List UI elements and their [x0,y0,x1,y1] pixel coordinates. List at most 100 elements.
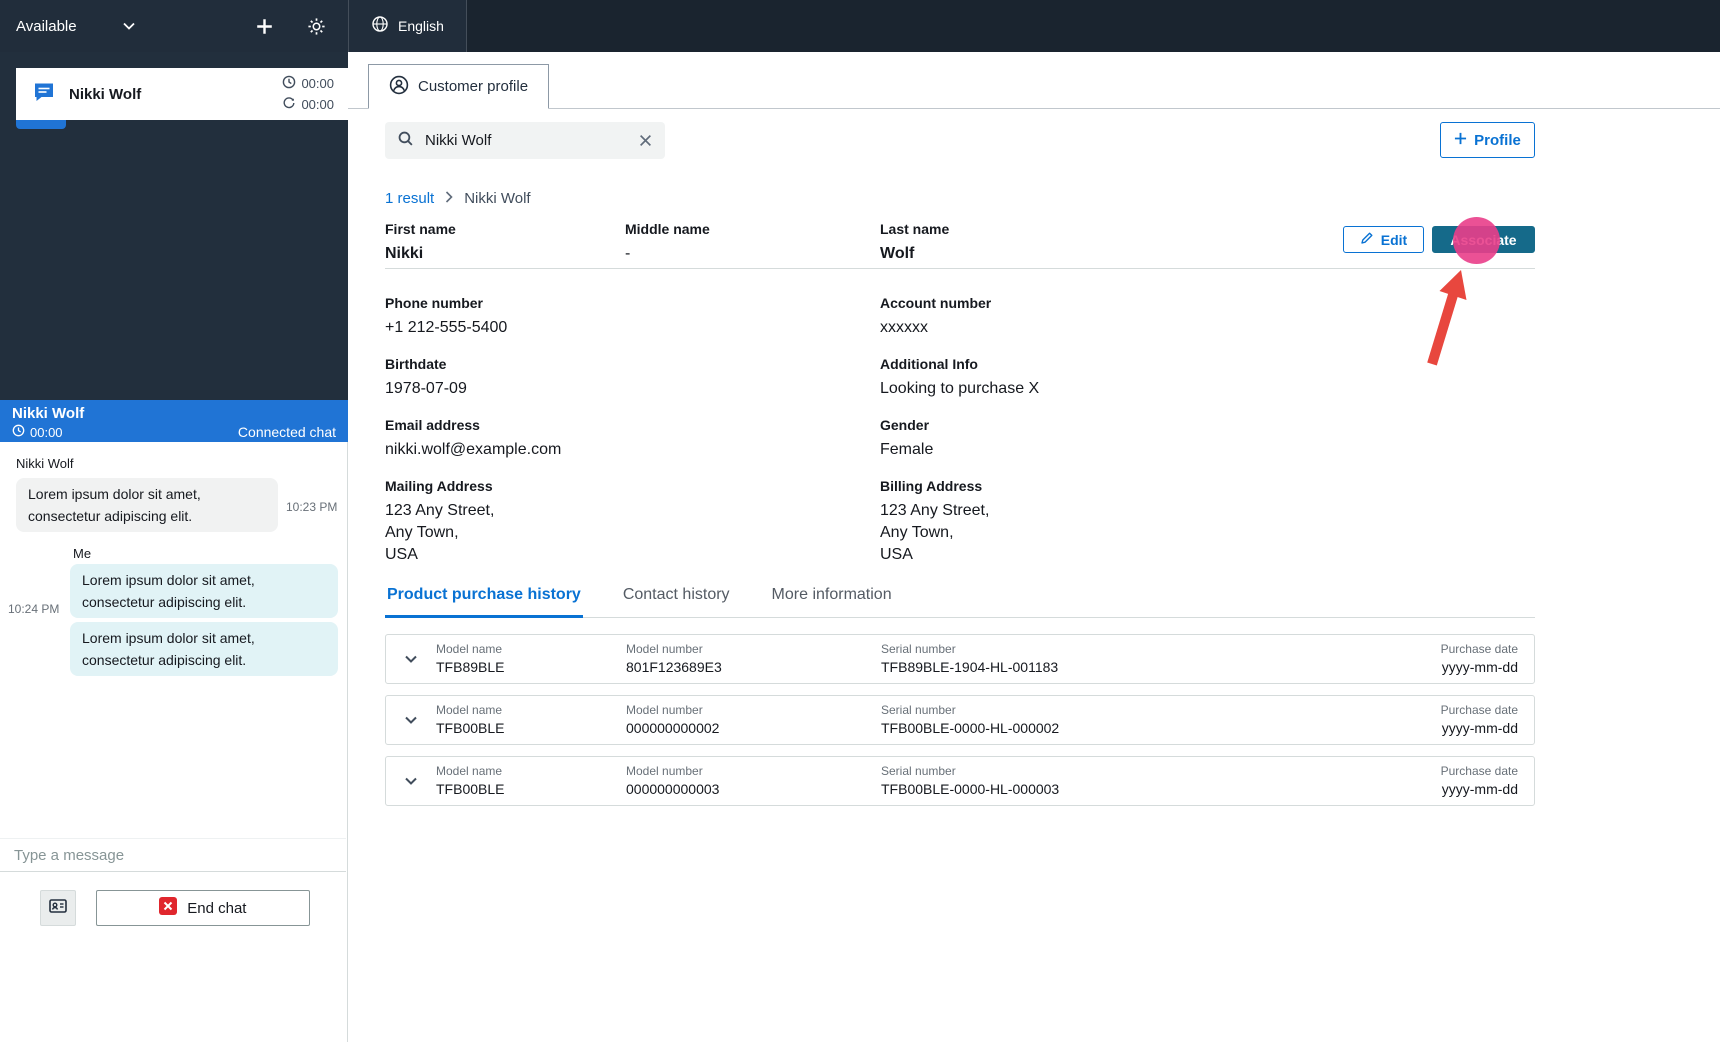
message-composer [0,838,346,872]
end-chat-button[interactable]: End chat [95,890,310,926]
billing-address-line: Any Town, [880,524,954,541]
end-chat-x-icon [159,897,178,919]
model-name-label: Model name [436,703,503,717]
agent-status-dropdown[interactable]: Available [16,18,135,35]
message-input[interactable] [12,845,334,865]
session-timer-value: 00:00 [30,424,63,440]
language-label: English [398,18,444,34]
clock-icon [12,424,25,440]
outgoing-message-bubble: Lorem ipsum dolor sit amet, consectetur … [70,564,338,618]
purchase-row[interactable]: Model name TFB89BLE Model number 801F123… [385,634,1535,684]
last-name-value: Wolf [880,245,915,262]
breadcrumb: 1 result Nikki Wolf [385,190,531,207]
breadcrumb-current: Nikki Wolf [464,190,531,207]
clock-icon [282,75,296,92]
tab-product-purchase-history[interactable]: Product purchase history [385,580,583,618]
middle-name-value: - [625,245,631,262]
customer-profile-app: Customer profile Profile 1 result Nikki … [348,52,1720,1042]
chat-conversation-panel: Nikki Wolf Lorem ipsum dolor sit amet, c… [0,442,348,1042]
expand-chevron-icon[interactable] [400,709,422,731]
elapsed-timer-icon [282,96,296,113]
serial-number-label: Serial number [881,764,956,778]
breadcrumb-results-link[interactable]: 1 result [385,190,434,207]
model-number-value: 000000000002 [626,720,720,736]
account-number-label: Account number [880,295,992,311]
clear-search-icon[interactable] [635,130,655,152]
purchase-date-label: Purchase date [1440,703,1518,717]
agent-status-section: Available [0,0,348,52]
model-name-label: Model name [436,642,503,656]
active-contact-indicator [16,120,66,129]
message-sender-name: Nikki Wolf [16,456,74,471]
edit-label: Edit [1380,231,1408,248]
customer-profile-card-button[interactable] [40,890,76,926]
expand-chevron-icon[interactable] [400,648,422,670]
new-task-button[interactable] [250,12,278,40]
total-timer-value: 00:00 [301,76,334,91]
model-name-value: TFB89BLE [436,659,505,675]
chat-bubble-icon [32,80,56,109]
purchase-row[interactable]: Model name TFB00BLE Model number 0000000… [385,756,1535,806]
contact-name: Nikki Wolf [69,85,142,103]
settings-gear-icon[interactable] [302,12,330,40]
topbar-spacer [466,0,1720,52]
language-selector[interactable]: English [348,0,467,52]
purchase-date-value: yyyy-mm-dd [1441,720,1518,736]
outgoing-message-bubble: Lorem ipsum dolor sit amet, consectetur … [70,622,338,676]
customer-search [385,122,665,159]
birthdate-value: 1978-07-09 [385,380,467,397]
middle-name-label: Middle name [625,221,710,237]
phone-number-label: Phone number [385,295,484,311]
model-name-value: TFB00BLE [436,720,505,736]
add-profile-button[interactable]: Profile [1440,122,1535,158]
app-tabstrip: Customer profile [348,64,1720,109]
tab-customer-profile-label: Customer profile [418,78,529,95]
search-icon [397,130,414,152]
chat-actions-bar: End chat [0,872,346,944]
session-status-badge: Connected chat [237,424,336,440]
search-input[interactable] [423,131,626,150]
billing-address-label: Billing Address [880,478,983,494]
purchase-date-label: Purchase date [1440,764,1518,778]
plus-icon [1454,132,1467,149]
additional-info-label: Additional Info [880,356,978,372]
pencil-icon [1360,231,1374,248]
session-contact-name: Nikki Wolf [12,405,85,422]
edit-button[interactable]: Edit [1343,226,1424,253]
contact-timers: 00:00 00:00 [282,75,334,113]
associate-label: Associate [1450,231,1517,248]
associate-button[interactable]: Associate [1432,226,1535,253]
model-number-value: 000000000003 [626,781,720,797]
chat-session-header: Nikki Wolf 00:00 Connected chat [0,400,348,442]
first-name-label: First name [385,221,456,237]
purchase-date-value: yyyy-mm-dd [1441,659,1518,675]
details-column-right: Account number xxxxxx Additional Info Lo… [880,294,1350,582]
model-name-label: Model name [436,764,503,778]
first-name-value: Nikki [385,245,424,262]
purchase-date-value: yyyy-mm-dd [1441,781,1518,797]
serial-number-value: TFB00BLE-0000-HL-000002 [881,720,1060,736]
tab-more-information[interactable]: More information [770,580,894,617]
billing-address-line: USA [880,546,913,563]
model-number-label: Model number [626,642,703,656]
identity-fields: First name Nikki Middle name - Last name… [385,220,1180,265]
details-column-left: Phone number +1 212-555-5400 Birthdate 1… [385,294,855,582]
purchase-row[interactable]: Model name TFB00BLE Model number 0000000… [385,695,1535,745]
birthdate-label: Birthdate [385,356,447,372]
model-name-value: TFB00BLE [436,781,505,797]
chevron-down-icon [122,22,135,30]
additional-info-value: Looking to purchase X [880,380,1040,397]
email-value: nikki.wolf@example.com [385,441,562,458]
mailing-address-line: Any Town, [385,524,459,541]
serial-number-label: Serial number [881,642,956,656]
top-navigation-bar: Available English [0,0,1720,52]
tab-contact-history[interactable]: Contact history [621,580,732,617]
tab-customer-profile[interactable]: Customer profile [368,64,550,109]
expand-chevron-icon[interactable] [400,770,422,792]
outgoing-message-time: 10:24 PM [8,602,60,616]
me-sender-label: Me [73,546,92,561]
incoming-message-bubble: Lorem ipsum dolor sit amet, consectetur … [16,478,278,532]
chat-contact-card[interactable]: Nikki Wolf 00:00 00:00 [16,68,348,120]
contact-sidebar: Nikki Wolf 00:00 00:00 Nikki Wolf 00:00 … [0,52,348,1042]
mailing-address-line: 123 Any Street, [385,502,495,519]
